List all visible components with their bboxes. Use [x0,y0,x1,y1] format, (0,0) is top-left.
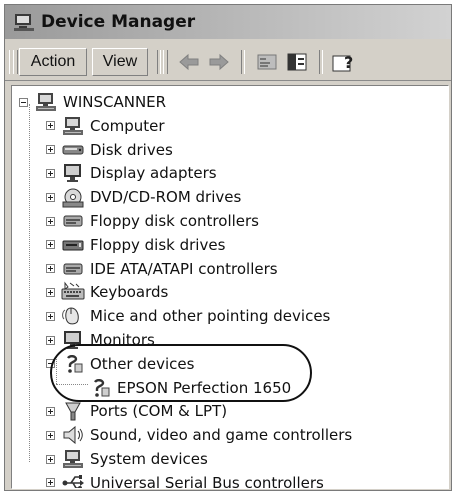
show-hide-console-tree-icon[interactable] [285,51,309,73]
tree-node-label: Mice and other pointing devices [90,307,331,326]
computer-icon [63,116,83,135]
forward-arrow-icon[interactable] [207,51,231,73]
expand-toggle[interactable] [46,145,55,155]
expand-toggle[interactable] [46,454,55,464]
expand-toggle[interactable] [46,311,55,321]
tree-node-ide-ata-atapi-controllers[interactable]: IDE ATA/ATAPI controllers [46,257,278,281]
toolbar-separator [319,50,323,74]
expand-toggle[interactable] [46,406,55,416]
tree-node-ports-com-lpt[interactable]: Ports (COM & LPT) [46,399,227,423]
speaker-icon [63,426,83,445]
tree-node-universal-serial-bus-controllers[interactable]: Universal Serial Bus controllers [46,471,324,489]
tree-node-sound-video-and-game-controllers[interactable]: Sound, video and game controllers [46,423,352,447]
tree-node-label: Floppy disk controllers [90,212,259,230]
mouse-icon [62,307,79,325]
tree-node-label: IDE ATA/ATAPI controllers [90,259,278,278]
tree-node-floppy-disk-controllers[interactable]: Floppy disk controllers [46,209,259,233]
expand-toggle[interactable] [46,216,55,226]
toolbar: Action View ? [5,42,451,81]
tree-node-root[interactable]: WINSCANNER [19,90,166,114]
svg-text:?: ? [344,53,353,72]
floppy-drive-icon [62,240,84,251]
tree-node-dvd-cd-rom-drives[interactable]: DVD/CD-ROM drives [46,185,241,209]
tree-node-label: System devices [90,450,208,468]
controller-icon [63,263,83,275]
usb-icon [62,474,84,488]
expand-toggle[interactable] [46,335,55,345]
tree-node-label: Computer [90,116,165,135]
tree-node-label: Display adapters [90,164,217,183]
tree-node-disk-drives[interactable]: Disk drives [46,138,173,162]
port-icon [65,402,81,421]
tree-node-label: Sound, video and game controllers [90,426,353,445]
expand-toggle[interactable] [46,192,55,202]
expand-toggle[interactable] [46,264,55,274]
keyboard-icon [61,281,85,300]
tree-node-computer[interactable]: Computer [46,114,165,138]
view-menu-button[interactable]: View [92,48,148,76]
tree-node-label: Floppy disk drives [90,235,226,254]
collapse-toggle[interactable] [19,97,28,107]
expand-toggle[interactable] [46,430,55,440]
tree-node-display-adapters[interactable]: Display adapters [46,161,217,185]
back-arrow-icon[interactable] [177,51,201,73]
cd-rom-icon [62,188,84,208]
action-menu-label: Action [30,53,76,70]
device-manager-window: Device Manager Action View ? WINSCANNER … [4,4,452,491]
toolbar-grip[interactable] [13,50,18,74]
toolbar-grip[interactable] [163,50,168,74]
monitor-icon [64,164,81,183]
tree-node-label: DVD/CD-ROM drives [90,188,242,207]
tree-node-label: Ports (COM & LPT) [90,402,228,421]
device-tree[interactable]: WINSCANNER Computer Disk drives Display ada… [11,85,449,489]
properties-icon[interactable] [255,51,279,73]
help-icon[interactable]: ? [331,51,357,73]
action-menu-button[interactable]: Action [19,48,87,76]
tree-node-floppy-disk-drives[interactable]: Floppy disk drives [46,233,225,257]
tree-node-keyboards[interactable]: Keyboards [46,280,168,304]
title-bar[interactable]: Device Manager [5,5,451,39]
toolbar-separator [157,50,161,74]
tree-node-system-devices[interactable]: System devices [46,447,208,471]
tree-node-label: Disk drives [90,140,173,159]
tree-node-label: Universal Serial Bus controllers [90,473,324,489]
expand-toggle[interactable] [46,478,55,488]
tree-node-mice-and-other-pointing-devices[interactable]: Mice and other pointing devices [46,304,330,328]
computer-icon [63,450,83,468]
tree-node-label: Keyboards [90,283,169,302]
highlight-circle-annotation [50,344,312,402]
computer-icon [36,93,56,111]
device-manager-icon [14,14,34,31]
toolbar-separator [241,50,245,74]
expand-toggle[interactable] [46,168,55,178]
tree-node-label: WINSCANNER [63,93,167,111]
view-menu-label: View [102,53,138,70]
expand-toggle[interactable] [46,121,55,131]
disk-drive-icon [62,145,84,155]
expand-toggle[interactable] [46,240,55,250]
controller-icon [63,215,83,227]
expand-toggle[interactable] [46,287,55,297]
window-title: Device Manager [41,12,196,32]
